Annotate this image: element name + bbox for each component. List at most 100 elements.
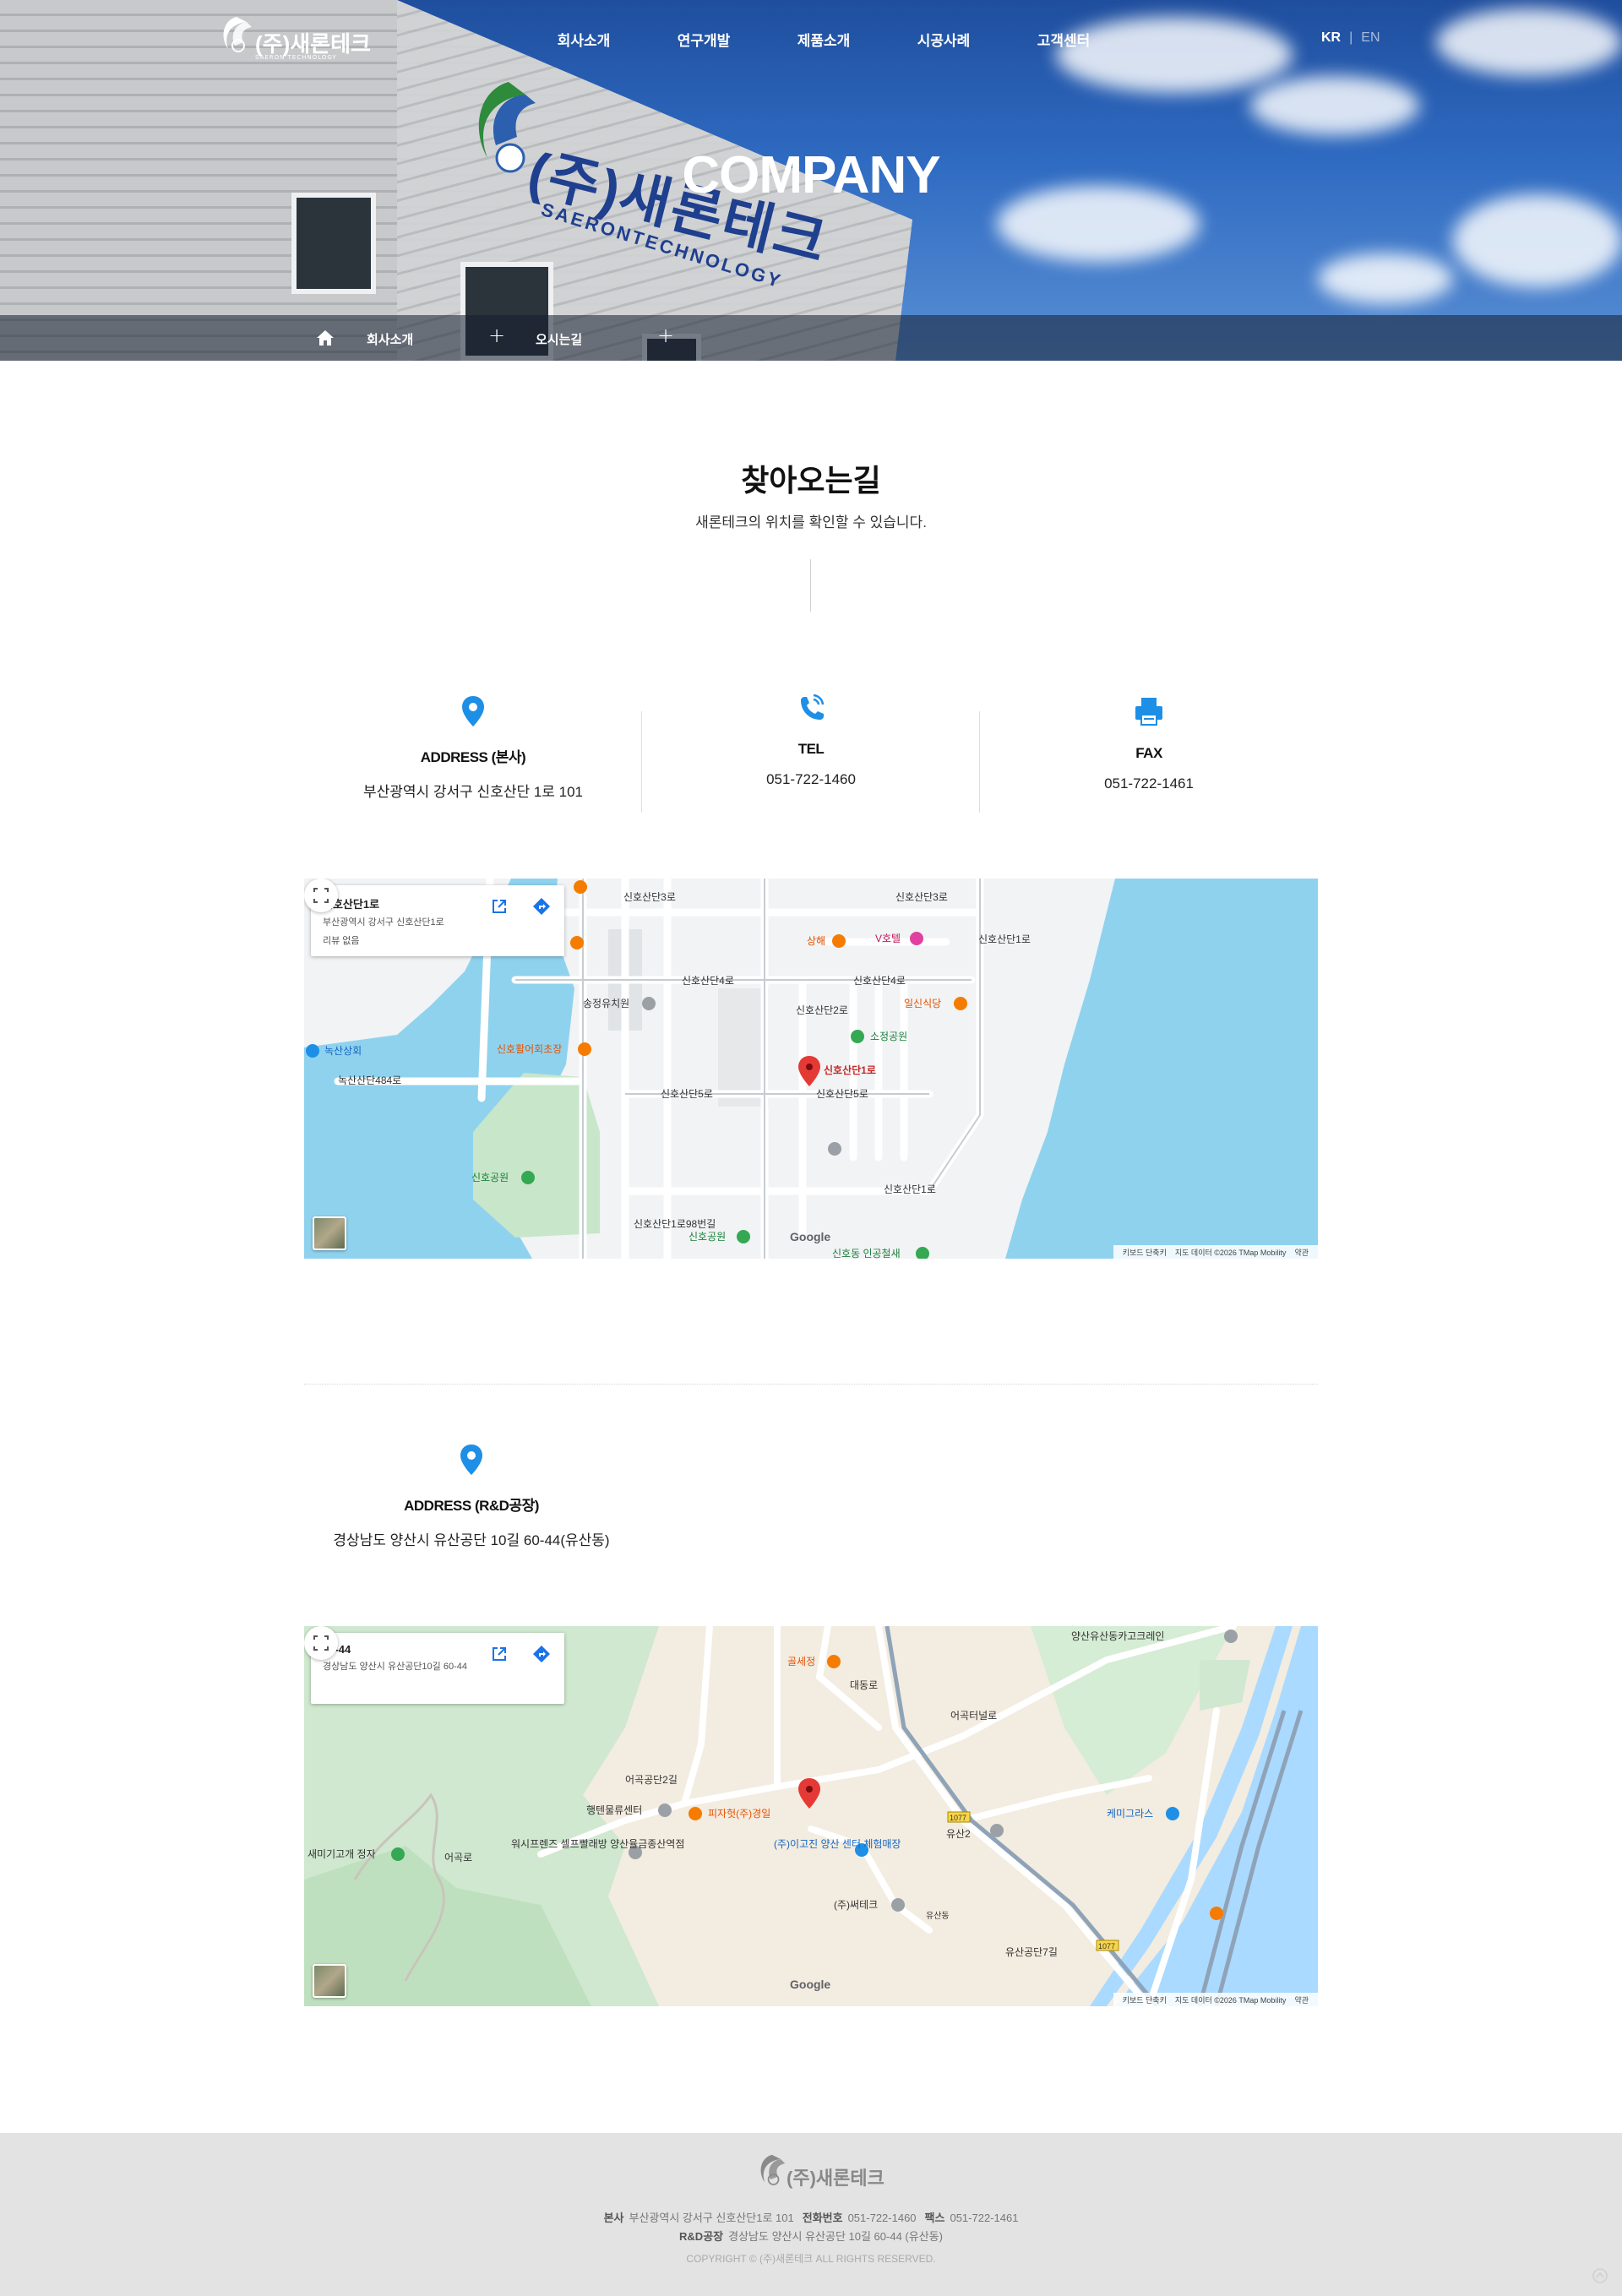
address-value: 부산광역시 강서구 신호산단 1로 101 [362,784,584,800]
map-label-poi: (주)이고진 양산 센터 체험매장 [774,1838,901,1850]
map-label-area: 유산동 [926,1911,950,1921]
map-label-street: 녹산산단484로 [338,1075,401,1086]
nav-support[interactable]: 고객센터 [1004,29,1124,50]
fax-value: 051-722-1461 [1104,775,1194,792]
keyboard-shortcuts-link[interactable]: 키보드 단축키 [1123,1249,1167,1257]
map-label-poi: 케미그라스 [1107,1808,1153,1820]
hero-banner: (주)새론테크 SAERONTECHNOLOGY (주)새론테크 SAERON … [0,0,1622,361]
info-address-rd: ADDRESS (R&D공장) 경상남도 양산시 유산공단 10길 60-44(… [302,1441,640,1549]
map-marker-label: 신호산단1로 [824,1064,876,1076]
map-rd[interactable]: 양산유산동카고크레인 골세정 대동로 어곡터널로 행텐물류센터 피자헛(주)경일… [304,1626,1318,2006]
nav-products[interactable]: 제품소개 [764,29,884,50]
road-number: 1077 [1098,1942,1115,1951]
map-label-poi: 행텐물류센터 [586,1804,642,1816]
nav-company[interactable]: 회사소개 [524,29,644,50]
map-attribution: 키보드 단축키 지도 데이터 ©2026 TMap Mobility 약관 [1113,1245,1318,1259]
map-place-card: 60-44 경상남도 양산시 유산공단10길 60-44 [311,1633,564,1704]
map-hq[interactable]: 신호산단3로 신호산단3로 신호산단1로 신호산단4로 신호산단4로 송정유치원… [304,879,1318,1259]
nav-research[interactable]: 연구개발 [644,29,764,50]
logo-subtext: SAERON TECHNOLOGY [255,54,337,61]
map-label-poi: 신호활어회초장 [497,1043,562,1055]
phone-icon [801,694,825,720]
map-data-text: 지도 데이터 ©2026 TMap Mobility [1174,1249,1287,1257]
lang-en[interactable]: EN [1361,30,1380,45]
map-label-street: 신호산단1로 [884,1183,936,1195]
terms-link[interactable]: 약관 [1294,1249,1309,1257]
footer-rd-label: R&D공장 [679,2230,724,2243]
map-place-reviews[interactable]: 리뷰 없음 [323,933,552,947]
nav-cases[interactable]: 시공사례 [884,29,1004,50]
map-label-poi: 일신식당 [904,998,941,1009]
title-divider [810,559,811,612]
map-attribution: 키보드 단축키 지도 데이터 ©2026 TMap Mobility 약관 [1113,1993,1318,2006]
footer-logo: (주)새론테크 [756,2152,884,2192]
map-fullscreen-icon[interactable] [304,879,338,912]
map-satellite-toggle[interactable] [313,1964,346,1998]
map-data-text: 지도 데이터 ©2026 TMap Mobility [1174,1996,1287,2005]
open-external-icon[interactable] [490,1645,509,1663]
tel-value[interactable]: 051-722-1460 [642,771,980,788]
footer-hq-line: 본사 부산광역시 강서구 신호산단1로 101 전화번호 051-722-1460 팩스… [0,2209,1622,2225]
map-label-poi: (주)써테크 [834,1899,878,1911]
map-label-poi: 워시프렌즈 셀프빨래방 양산율금종산역점 [511,1838,684,1850]
map-label-poi: V호텔 [875,933,901,944]
address-label: ADDRESS (R&D공장) [404,1498,539,1514]
map-label-poi: 피자헛(주)경일 [708,1808,770,1820]
map-label-street: 어곡터널로 [950,1710,997,1722]
tel-label: TEL [797,741,825,757]
location-pin-icon [460,1445,482,1475]
footer-logo-text: (주)새론테크 [787,2168,884,2189]
info-address-hq: ADDRESS (본사) 부산광역시 강서구 신호산단 1로 101 [304,693,642,801]
map-label-poi: 녹산상회 [324,1045,362,1057]
directions-icon[interactable] [532,897,551,916]
map-label-street: 신호산단5로 [661,1088,713,1100]
open-external-icon[interactable] [490,897,509,916]
footer-hq-label: 본사 [603,2212,624,2224]
plus-icon[interactable]: + [488,324,505,347]
map-label-street: 신호산단2로 [796,1004,848,1016]
map-label-poi: 새미기고개 정자 [308,1848,376,1860]
footer: (주)새론테크 본사 부산광역시 강서구 신호산단1로 101 전화번호 051-72… [0,2133,1622,2296]
location-pin-icon [462,696,484,726]
fax-label: FAX [1135,745,1162,761]
logo-icon [760,2154,786,2185]
hero-title: COMPANY [682,146,940,204]
cloud [1318,253,1453,304]
site-logo[interactable]: (주)새론테크 SAERON TECHNOLOGY [218,14,371,64]
map-place-address: 경상남도 양산시 유산공단10길 60-44 [323,1662,467,1672]
map-label-poi: 신호동 인공철새 [832,1248,901,1259]
directions-icon[interactable] [532,1645,551,1663]
breadcrumb-item-company[interactable]: 회사소개 [367,330,413,348]
map-place-address: 부산광역시 강서구 신호산단1로 [323,917,444,928]
home-icon[interactable] [316,329,335,347]
address-value: 경상남도 양산시 유산공단 10길 60-44(유산동) [333,1532,610,1548]
map-fullscreen-icon[interactable] [304,1626,338,1660]
footer-fax-label: 팩스 [924,2212,945,2224]
map-label-street: 신호산단1로98번길 [634,1218,716,1230]
lang-kr[interactable]: KR [1321,30,1341,45]
map-satellite-toggle[interactable] [313,1216,346,1250]
map-label-street: 신호산단3로 [623,891,676,903]
breadcrumb: 회사소개 + 오시는길 + [0,315,1622,361]
map-label-poi: 신호공원 [471,1172,509,1183]
main-menu: 회사소개 연구개발 제품소개 시공사례 고객센터 [524,29,1124,50]
plus-icon[interactable]: + [657,324,674,347]
building-window [291,193,376,294]
footer-hq-address: 부산광역시 강서구 신호산단1로 101 [629,2212,794,2224]
keyboard-shortcuts-link[interactable]: 키보드 단축키 [1123,1996,1167,2005]
info-fax: FAX 051-722-1461 [980,693,1318,792]
map-label-poi: 상해 [807,935,825,947]
map-place-title: 신호산단1로 [323,898,380,911]
footer-rd-address: 경상남도 양산시 유산공단 10길 60-44 (유산동) [728,2230,943,2243]
map-label-street: 어곡공단2길 [625,1774,678,1786]
terms-link[interactable]: 약관 [1294,1996,1309,2005]
map-place-title: 60-44 [323,1643,351,1656]
top-navigation: (주)새론테크 SAERON TECHNOLOGY 회사소개 연구개발 제품소개… [0,0,1622,81]
cloud [1453,194,1622,287]
breadcrumb-item-location[interactable]: 오시는길 [536,330,582,348]
language-switch: KR | EN [1321,30,1380,45]
scroll-top-icon[interactable] [1592,2267,1608,2284]
map-label-street: 신호산단4로 [682,975,734,987]
footer-fax: 051-722-1461 [950,2212,1019,2224]
page-title: 찾아오는길 [741,463,881,498]
